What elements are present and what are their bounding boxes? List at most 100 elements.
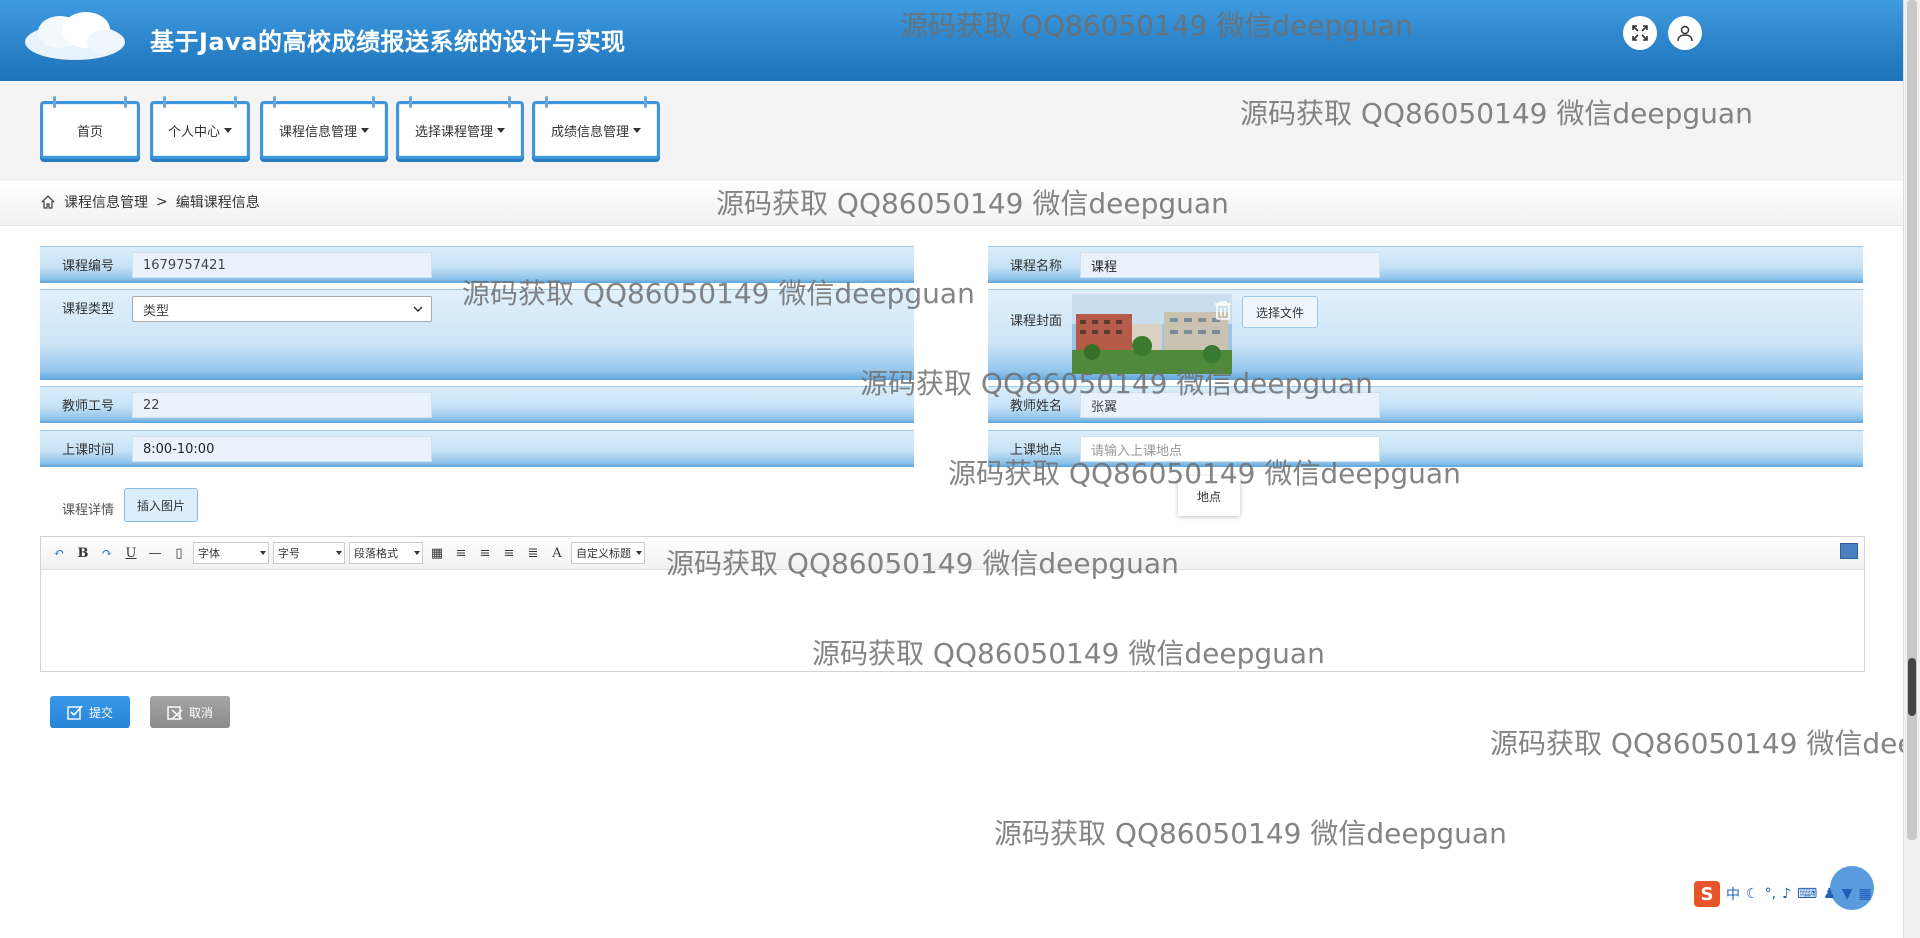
bold-button[interactable]: B <box>73 543 93 563</box>
font-size-value: 字号 <box>278 547 300 560</box>
course-name-input[interactable]: 课程 <box>1080 252 1380 278</box>
class-place-label: 上课地点 <box>1010 443 1063 458</box>
class-time-label: 上课时间 <box>62 443 115 458</box>
paragraph-select[interactable]: 段落格式 <box>349 542 423 564</box>
app-header: 基于Java的高校成绩报送系统的设计与实现 <box>0 0 1904 81</box>
teacher-no-input[interactable]: 22 <box>132 392 432 418</box>
course-type-select[interactable]: 类型 <box>132 296 432 322</box>
check-square-icon <box>67 705 83 720</box>
form-row-teacher-no: 教师工号 22 <box>40 386 914 423</box>
breadcrumb-current: 编辑课程信息 <box>175 195 260 211</box>
horizontal-rule-icon[interactable]: — <box>145 543 165 563</box>
redo-icon[interactable]: ↷ <box>97 543 117 563</box>
form-row-teacher-name: 教师姓名 张翼 <box>988 386 1863 423</box>
insert-image-button[interactable]: 插入图片 <box>124 488 198 522</box>
chevron-down-icon <box>633 127 641 133</box>
class-place-input[interactable]: 请输入上课地点 <box>1080 436 1380 462</box>
fullscreen-button[interactable] <box>1623 16 1657 50</box>
breadcrumb-bar <box>0 181 1904 226</box>
trash-icon[interactable] <box>1214 300 1232 320</box>
fullscreen-icon <box>1632 25 1648 41</box>
ime-toolbar: S 中 ☾ °, ♪ ⌨ ♟ ▼ ▦ <box>1694 880 1904 908</box>
nav-personal-center[interactable]: 个人中心 <box>150 96 250 159</box>
nav-grade-info[interactable]: 成绩信息管理 <box>532 96 660 159</box>
form-row-course-cover: 课程封面 选择文件 <box>988 289 1863 380</box>
course-detail-label: 课程详情 <box>62 503 115 518</box>
font-color-button[interactable]: A <box>547 543 567 563</box>
course-type-value: 类型 <box>143 303 170 319</box>
form-row-course-no: 课程编号 1679757421 <box>40 246 914 283</box>
app-title: 基于Java的高校成绩报送系统的设计与实现 <box>150 28 626 56</box>
form-row-course-name: 课程名称 课程 <box>988 246 1863 283</box>
nav-course-select[interactable]: 选择课程管理 <box>396 96 524 159</box>
chevron-down-icon <box>497 127 505 133</box>
user-button[interactable] <box>1668 16 1702 50</box>
nav-personal-center-label: 个人中心 <box>167 124 220 140</box>
watermark: 源码获取 QQ86050149 微信deepguan <box>994 817 1507 850</box>
nav-course-select-label: 选择课程管理 <box>414 124 493 140</box>
breadcrumb: 课程信息管理 > 编辑课程信息 <box>40 192 260 212</box>
nav-home[interactable]: 首页 <box>40 96 140 159</box>
align-left-icon[interactable]: ≡ <box>451 543 471 563</box>
form-row-course-type: 课程类型 类型 <box>40 289 914 380</box>
cancel-label: 取消 <box>188 705 213 720</box>
cancel-button[interactable]: 取消 <box>150 696 230 728</box>
class-time-input[interactable]: 8:00-10:00 <box>132 436 432 462</box>
rich-text-editor: ↶ B ↷ U — ▯ 字体 字号 段落格式 ▦ ≡ ≡ ≡ ≣ A 自定义标题 <box>40 536 1865 672</box>
table-icon[interactable]: ▦ <box>427 543 447 563</box>
undo-icon[interactable]: ↶ <box>49 543 69 563</box>
moon-icon[interactable]: ☾ <box>1746 886 1759 902</box>
course-cover-image <box>1072 294 1232 374</box>
cloud-logo-icon <box>25 12 125 60</box>
autocomplete-suggestion[interactable]: 地点 <box>1178 476 1240 516</box>
course-cover-label: 课程封面 <box>1010 314 1063 329</box>
teacher-no-label: 教师工号 <box>62 399 115 414</box>
nav-course-info-label: 课程信息管理 <box>278 124 357 140</box>
vertical-scrollbar[interactable] <box>1903 0 1920 938</box>
font-size-select[interactable]: 字号 <box>273 542 345 564</box>
course-name-label: 课程名称 <box>1010 259 1063 274</box>
home-icon[interactable] <box>40 194 56 210</box>
punctuation-icon[interactable]: °, <box>1765 886 1776 902</box>
top-nav: 首页 个人中心 课程信息管理 选择课程管理 成绩信息管理 <box>0 81 1904 181</box>
custom-title-select[interactable]: 自定义标题 <box>571 542 645 564</box>
person-icon[interactable]: ♟ <box>1823 886 1836 902</box>
align-justify-icon[interactable]: ≣ <box>523 543 543 563</box>
breadcrumb-section[interactable]: 课程信息管理 <box>64 192 148 212</box>
close-square-icon <box>167 706 183 720</box>
chevron-down-icon <box>413 306 423 313</box>
grid-icon[interactable]: ▦ <box>1859 886 1872 902</box>
side-widget-handle[interactable] <box>1908 658 1916 716</box>
teacher-name-input[interactable]: 张翼 <box>1080 392 1380 418</box>
microphone-icon[interactable]: ♪ <box>1782 886 1791 902</box>
keyboard-icon[interactable]: ⌨ <box>1797 886 1817 902</box>
form-row-class-time: 上课时间 8:00-10:00 <box>40 430 914 467</box>
align-center-icon[interactable]: ≡ <box>499 543 519 563</box>
nav-course-info[interactable]: 课程信息管理 <box>260 96 388 159</box>
custom-title-value: 自定义标题 <box>576 547 631 560</box>
document-icon[interactable]: ▯ <box>169 543 189 563</box>
nav-grade-info-label: 成绩信息管理 <box>550 124 629 140</box>
choose-file-button[interactable]: 选择文件 <box>1242 296 1318 328</box>
shirt-icon[interactable]: ▼ <box>1842 886 1853 902</box>
chevron-down-icon <box>361 127 369 133</box>
watermark: 源码获取 QQ86050149 微信deepguan <box>1490 727 1904 760</box>
sogou-logo-icon: S <box>1694 881 1720 907</box>
editor-toolbar: ↶ B ↷ U — ▯ 字体 字号 段落格式 ▦ ≡ ≡ ≡ ≣ A 自定义标题 <box>41 537 1864 570</box>
form-row-class-place: 上课地点 请输入上课地点 <box>988 430 1863 467</box>
font-family-select[interactable]: 字体 <box>193 542 269 564</box>
paragraph-value: 段落格式 <box>354 547 398 560</box>
nav-home-label: 首页 <box>76 124 103 140</box>
ime-mode[interactable]: 中 <box>1726 884 1740 904</box>
editor-content-area[interactable] <box>41 570 1864 670</box>
align-right-icon[interactable]: ≡ <box>475 543 495 563</box>
underline-button[interactable]: U <box>121 543 141 563</box>
submit-button[interactable]: 提交 <box>50 696 130 728</box>
course-type-label: 课程类型 <box>62 302 115 317</box>
html-source-icon[interactable] <box>1840 543 1858 559</box>
user-icon <box>1677 25 1693 42</box>
font-family-value: 字体 <box>198 547 220 560</box>
teacher-name-label: 教师姓名 <box>1010 399 1063 414</box>
course-no-input[interactable]: 1679757421 <box>132 252 432 278</box>
breadcrumb-separator: > <box>156 194 168 210</box>
